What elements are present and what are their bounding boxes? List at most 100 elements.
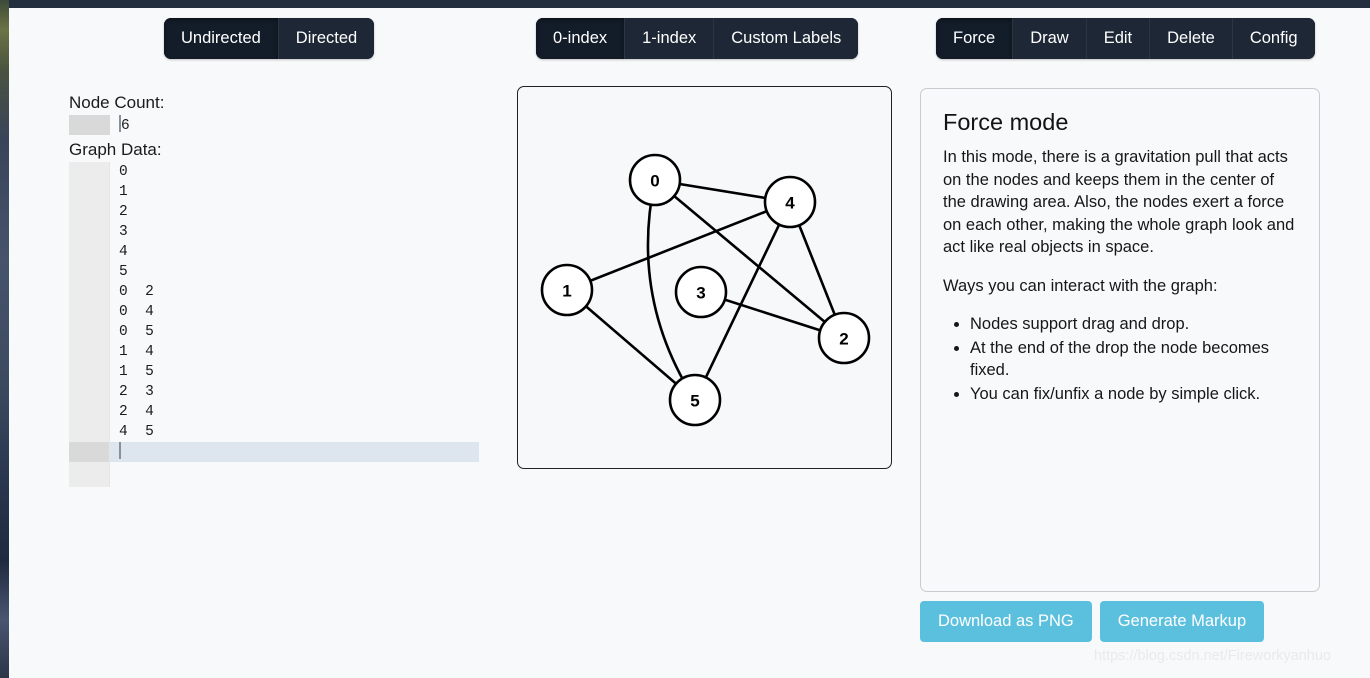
mode-info-panel: Force mode In this mode, there is a grav… (920, 88, 1320, 592)
node-count-line[interactable]: 6 (119, 115, 479, 135)
node-label: 0 (650, 172, 659, 191)
directed-button[interactable]: Directed (277, 18, 375, 59)
gutter-line (69, 442, 109, 462)
gutter-line (69, 322, 109, 342)
graph-data-line[interactable]: 0 2 (119, 282, 479, 302)
graph-data-line[interactable]: 0 4 (119, 302, 479, 322)
graph-data-line[interactable]: 4 (119, 242, 479, 262)
graph-node-1[interactable]: 1 (540, 263, 594, 317)
delete-mode-button[interactable]: Delete (1149, 18, 1232, 59)
undirected-button[interactable]: Undirected (164, 18, 278, 59)
custom-labels-button[interactable]: Custom Labels (713, 18, 859, 59)
gutter-line (69, 382, 109, 402)
config-mode-button[interactable]: Config (1231, 18, 1315, 59)
graph-data-line-text: 1 4 (119, 344, 154, 360)
node-label: 4 (785, 194, 795, 213)
graph-data-line[interactable]: 1 5 (119, 362, 479, 382)
graph-node-2[interactable]: 2 (817, 311, 871, 365)
gutter-line (69, 422, 109, 442)
top-bar (9, 0, 1370, 8)
node-label: 3 (696, 284, 705, 303)
graph-data-line-text: 0 5 (119, 324, 154, 340)
graph-data-line-text: 1 5 (119, 364, 154, 380)
info-bullet-list: Nodes support drag and drop.At the end o… (943, 313, 1297, 405)
graph-canvas[interactable]: 0 1 2 3 4 5 (517, 86, 892, 469)
graph-data-line-text: 4 5 (119, 424, 154, 440)
graph-data-lines: 0 1 2 3 4 5 0 2 0 4 0 5 1 4 1 5 2 3 2 4 4 5 (110, 162, 479, 462)
graph-data-line[interactable] (110, 442, 479, 462)
graph-data-line-text: 5 (119, 264, 128, 280)
node-label: 1 (562, 282, 571, 301)
node-count-editor[interactable]: 6 (69, 115, 479, 135)
gutter-line (69, 362, 109, 382)
graph-data-line[interactable]: 2 3 (119, 382, 479, 402)
gutter-line (69, 342, 109, 362)
gutter-line (69, 282, 109, 302)
graph-data-line[interactable]: 0 (119, 162, 479, 182)
graph-data-line[interactable]: 4 5 (119, 422, 479, 442)
text-cursor (119, 442, 121, 459)
graph-data-line[interactable]: 5 (119, 262, 479, 282)
graph-data-line[interactable]: 2 4 (119, 402, 479, 422)
node-count-lines: 6 (110, 115, 479, 135)
graph-data-line[interactable]: 3 (119, 222, 479, 242)
graph-data-line-text: 0 2 (119, 284, 154, 300)
info-paragraph-2: Ways you can interact with the graph: (943, 276, 1218, 295)
node-label: 2 (839, 330, 848, 349)
graph-data-line[interactable]: 2 (119, 202, 479, 222)
graph-node-3[interactable]: 3 (674, 265, 728, 319)
download-png-button[interactable]: Download as PNG (920, 601, 1092, 642)
desktop-background-strip (0, 0, 9, 678)
info-paragraph-1: In this mode, there is a gravitation pul… (943, 148, 1295, 256)
graph-data-line-text: 3 (119, 224, 128, 240)
gutter-line (69, 402, 109, 422)
draw-mode-button[interactable]: Draw (1012, 18, 1086, 59)
indexing-button-group: 0-index 1-index Custom Labels (536, 18, 859, 59)
gutter-line (69, 302, 109, 322)
gutter-line (69, 182, 109, 202)
direction-button-group: Undirected Directed (164, 18, 375, 59)
graph-data-label: Graph Data: (69, 140, 162, 159)
gutter-line (69, 162, 109, 182)
editor-column: Node Count: 6 Graph Data: 0 1 2 3 4 5 0 2 0 4 0 … (69, 92, 479, 487)
graph-data-line-text: 2 3 (119, 384, 154, 400)
info-bullet-item: Nodes support drag and drop. (970, 313, 1297, 336)
graph-data-line-text: 2 (119, 204, 128, 220)
mode-button-group: Force Draw Edit Delete Config (936, 18, 1315, 59)
gutter-line (69, 242, 109, 262)
one-index-button[interactable]: 1-index (624, 18, 714, 59)
generate-markup-button[interactable]: Generate Markup (1099, 601, 1265, 642)
force-mode-button[interactable]: Force (936, 18, 1013, 59)
watermark-text: https://blog.csdn.net/Fireworkyanhuo (1094, 648, 1331, 664)
info-bullet-item: At the end of the drop the node becomes … (970, 337, 1297, 382)
graph-data-line[interactable]: 1 4 (119, 342, 479, 362)
node-label: 5 (690, 392, 699, 411)
graph-svg[interactable]: 0 1 2 3 4 5 (518, 87, 891, 468)
edit-mode-button[interactable]: Edit (1085, 18, 1150, 59)
node-count-gutter (69, 115, 110, 135)
graph-data-line-text: 2 4 (119, 404, 154, 420)
graph-data-line-text: 4 (119, 244, 128, 260)
graph-data-editor[interactable]: 0 1 2 3 4 5 0 2 0 4 0 5 1 4 1 5 2 3 2 4 4 5 (69, 162, 479, 487)
nodes-layer: 0 1 2 3 4 5 (540, 153, 871, 427)
action-button-row: Download as PNG Generate Markup (920, 601, 1265, 642)
info-panel-title: Force mode (943, 109, 1069, 135)
graph-data-line-text: 0 (119, 164, 128, 180)
info-bullet-item: You can fix/unfix a node by simple click… (970, 383, 1297, 406)
app-page: Undirected Directed 0-index 1-index Cust… (9, 0, 1370, 678)
graph-data-line-text: 1 (119, 184, 128, 200)
graph-data-line[interactable]: 0 5 (119, 322, 479, 342)
gutter-line (69, 202, 109, 222)
gutter-line (69, 262, 109, 282)
graph-node-5[interactable]: 5 (668, 373, 722, 427)
graph-data-gutter (69, 162, 110, 487)
zero-index-button[interactable]: 0-index (536, 18, 625, 59)
gutter-line (69, 222, 109, 242)
node-count-value: 6 (121, 118, 130, 134)
graph-node-0[interactable]: 0 (628, 153, 682, 207)
graph-data-line-text: 0 4 (119, 304, 154, 320)
graph-edge-1-4[interactable] (566, 200, 791, 292)
node-count-label: Node Count: (69, 93, 165, 112)
graph-data-line[interactable]: 1 (119, 182, 479, 202)
graph-node-4[interactable]: 4 (763, 175, 817, 229)
